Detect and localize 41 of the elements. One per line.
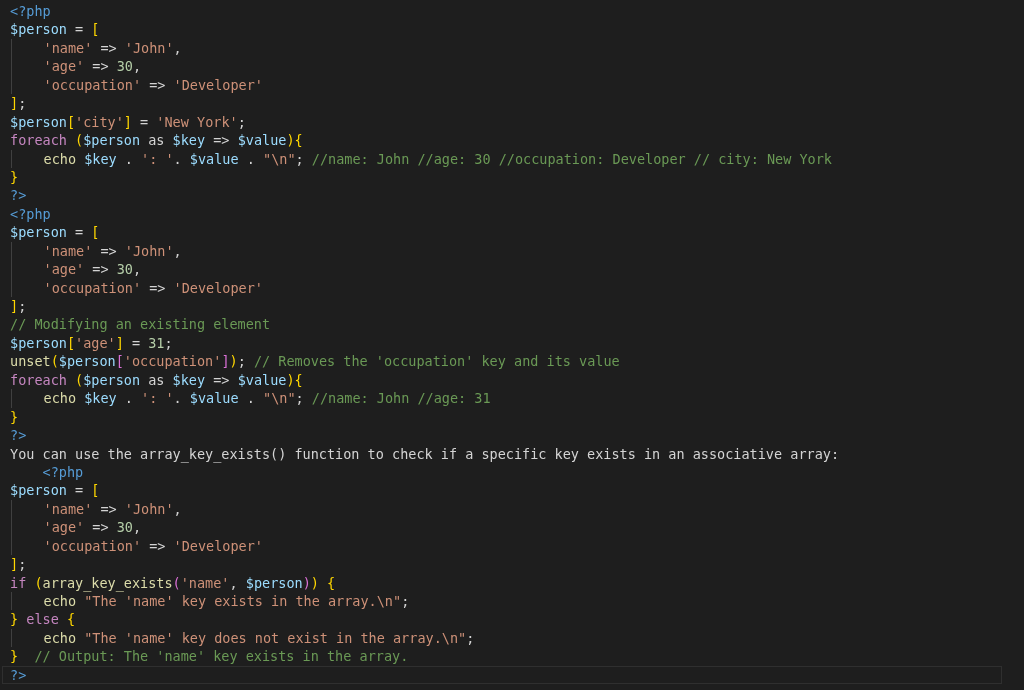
code-line: $person['city'] = 'New York';	[10, 112, 246, 132]
code-line: 'age' => 30,	[43, 518, 142, 537]
code-line: $person = [	[10, 223, 100, 242]
code-line: <?php	[10, 204, 51, 224]
code-line: } // Output: The 'name' key exists in the array.	[10, 647, 409, 666]
code-line: $person['age'] = 31;	[10, 333, 173, 353]
indent-guide	[11, 149, 12, 168]
indent-guide	[11, 389, 12, 408]
code-line: $person = [	[10, 20, 100, 39]
code-line: 'name' => 'John',	[43, 499, 182, 519]
code-line: You can use the array_key_exists() function to check if a specific key exists in an associative array:	[10, 444, 840, 463]
code-line: foreach ($person as $key => $value){	[10, 131, 303, 150]
code-line: 'occupation' => 'Developer'	[43, 278, 263, 297]
code-line: foreach ($person as $key => $value){	[10, 370, 303, 390]
code-line: ];	[10, 555, 27, 574]
code-line: 'occupation' => 'Developer'	[43, 536, 263, 556]
code-line: ];	[10, 94, 27, 113]
code-line: ?>	[10, 426, 27, 445]
code-line: <?php	[41, 462, 84, 482]
code-line: ];	[10, 297, 27, 316]
code-line: ?>	[10, 666, 27, 684]
code-line: }	[10, 167, 19, 187]
code-line: echo "The 'name' key exists in the array.\n";	[43, 592, 410, 611]
code-line: <?php	[10, 2, 51, 21]
code-line: } else {	[10, 610, 76, 629]
code-line: ?>	[10, 186, 27, 205]
code-line: 'name' => 'John',	[43, 38, 182, 58]
code-line: 'occupation' => 'Developer'	[43, 75, 263, 95]
code-line: if (array_key_exists('name', $person)) {	[10, 573, 336, 592]
code-line: $person = [	[10, 481, 100, 500]
indent-guide	[11, 628, 12, 648]
code-line: 'age' => 30,	[43, 57, 142, 76]
code-line: echo $key . ': '. $value . "\n"; //name: John //age: 31	[43, 389, 491, 408]
code-line: echo $key . ': '. $value . "\n"; //name: John //age: 30 //occupation: Developer // city: New York	[43, 149, 832, 168]
code-line: 'age' => 30,	[43, 260, 142, 279]
code-line: echo "The 'name' key does not exist in the array.\n";	[43, 628, 475, 648]
indent-guide	[11, 592, 12, 611]
code-line: 'name' => 'John',	[43, 241, 182, 261]
code-line: }	[10, 407, 19, 427]
code-line: // Modifying an existing element	[10, 315, 271, 334]
code-line: unset($person['occupation']); // Removes the 'occupation' key and its value	[10, 352, 620, 371]
